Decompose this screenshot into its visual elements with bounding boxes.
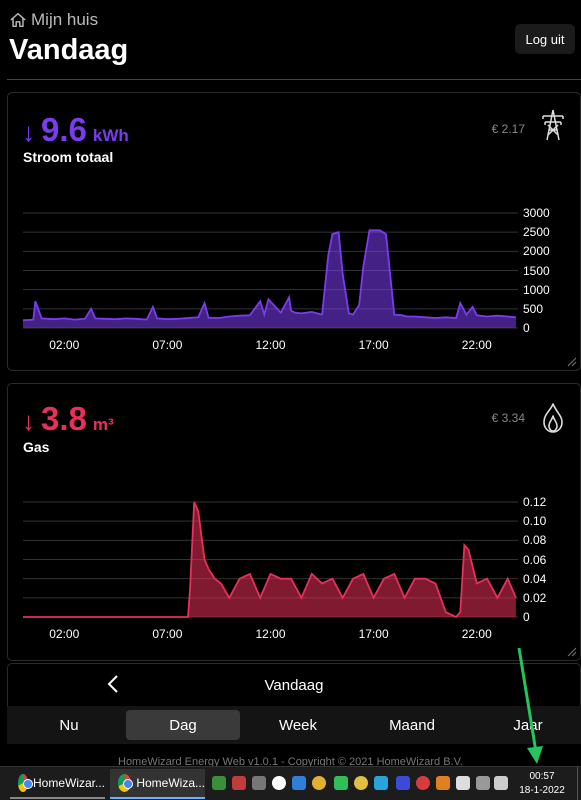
electricity-ytick-label: 500: [523, 301, 544, 316]
tab-maand[interactable]: Maand: [355, 710, 469, 740]
taskbar-task-label: HomeWiza...: [136, 776, 205, 790]
gas-xtick-label: 17:00: [358, 627, 389, 641]
gas-total-value: 3.8: [41, 400, 87, 437]
electricity-ytick-label: 3000: [523, 206, 550, 220]
electricity-total-value: 9.6: [41, 111, 87, 148]
gas-ytick-label: 0.06: [523, 552, 547, 567]
taskbar-task-chrome-1[interactable]: HomeWizar...: [10, 769, 105, 799]
gas-label: Gas: [23, 439, 50, 455]
tray-app-icon[interactable]: [334, 776, 348, 790]
chrome-icon: [118, 774, 134, 792]
gas-xtick-label: 12:00: [255, 627, 286, 641]
electricity-card[interactable]: ↓ 9.6 kWh Stroom totaal € 2.17 3000 2500 2…: [7, 92, 581, 371]
electricity-ytick-label: 1500: [523, 263, 550, 278]
tray-app-icon[interactable]: [212, 776, 226, 790]
electricity-ytick-label: 2500: [523, 225, 550, 240]
gas-unit: m³: [92, 415, 114, 434]
tray-app-icon[interactable]: [232, 776, 246, 790]
gas-xtick-label: 22:00: [461, 627, 492, 641]
electricity-cost: € 2.17: [491, 122, 525, 136]
volume-icon[interactable]: [494, 776, 508, 790]
electricity-value-row: ↓ 9.6 kWh: [22, 111, 129, 149]
tray-app-icon[interactable]: [354, 776, 368, 790]
page-title: Vandaag: [9, 34, 129, 66]
period-tabs: Nu Dag Week Maand Jaar: [7, 706, 581, 744]
windows-taskbar: HomeWizar... HomeWiza... 00:57 18-1-2022: [0, 766, 581, 800]
period-label: Vandaag: [264, 677, 324, 694]
electricity-chart-svg: [23, 212, 518, 329]
electricity-ytick-label: 0: [523, 321, 530, 335]
home-link[interactable]: Mijn huis: [9, 10, 98, 30]
tray-app-icon[interactable]: [416, 776, 430, 790]
electricity-unit: kWh: [92, 126, 129, 145]
resize-handle-icon[interactable]: [567, 357, 577, 367]
network-icon[interactable]: [476, 776, 490, 790]
tab-week[interactable]: Week: [241, 710, 355, 740]
gas-xtick-label: 02:00: [49, 627, 80, 641]
gas-xtick-label: 07:00: [152, 627, 183, 641]
clock-time: 00:57: [529, 771, 555, 782]
tray-app-icon[interactable]: [312, 776, 326, 790]
gas-chart-svg: [23, 501, 518, 619]
gas-card[interactable]: ↓ 3.8 m³ Gas € 3.34 0.12 0.10 0.08 0.06 0.04…: [7, 383, 581, 661]
show-desktop-button[interactable]: [577, 767, 581, 800]
logout-button[interactable]: Log uit: [515, 24, 575, 54]
clock-date: 18-1-2022: [519, 785, 565, 796]
electricity-ytick-label: 2000: [523, 244, 550, 259]
down-arrow-icon: ↓: [22, 117, 35, 147]
tray-app-icon[interactable]: [374, 776, 388, 790]
flame-icon: [543, 403, 563, 433]
chrome-icon: [18, 774, 33, 792]
header-divider: [7, 79, 581, 80]
electricity-xtick-label: 07:00: [152, 338, 183, 352]
gas-ytick-label: 0.02: [523, 590, 547, 605]
gas-ytick-label: 0: [523, 610, 530, 624]
tray-app-icon[interactable]: [252, 776, 266, 790]
electricity-xtick-label: 22:00: [461, 338, 492, 352]
period-navigation: Vandaag: [7, 663, 581, 707]
electricity-series-area: [23, 230, 516, 328]
home-icon: [10, 12, 26, 28]
electricity-chart[interactable]: 3000 2500 2000 1500 1000 500 0 02:00 07:00 12:00 1…: [23, 203, 550, 358]
tray-app-icon[interactable]: [272, 776, 286, 790]
gas-ytick-label: 0.08: [523, 533, 547, 548]
tray-app-icon[interactable]: [396, 776, 410, 790]
tab-dag[interactable]: Dag: [126, 710, 240, 740]
home-link-label: Mijn huis: [31, 10, 99, 29]
electricity-xtick-label: 02:00: [49, 338, 80, 352]
gas-ytick-label: 0.04: [523, 571, 547, 586]
gas-cost: € 3.34: [491, 411, 525, 425]
tray-app-icon[interactable]: [456, 776, 470, 790]
gas-chart[interactable]: 0.12 0.10 0.08 0.06 0.04 0.02 0 02:00 07:00 12:00…: [23, 492, 546, 647]
tab-nu[interactable]: Nu: [12, 710, 126, 740]
electricity-label: Stroom totaal: [23, 149, 114, 165]
tab-jaar[interactable]: Jaar: [471, 710, 581, 740]
gas-ytick-label: 0.12: [523, 495, 547, 509]
down-arrow-icon: ↓: [22, 406, 35, 436]
tray-app-icon[interactable]: [292, 776, 306, 790]
taskbar-task-chrome-2[interactable]: HomeWiza...: [110, 769, 205, 799]
electricity-ytick-label: 1000: [523, 282, 550, 297]
taskbar-clock[interactable]: 00:57 18-1-2022: [512, 770, 572, 798]
gas-value-row: ↓ 3.8 m³: [22, 400, 114, 438]
electricity-xtick-label: 17:00: [358, 338, 389, 352]
top-bar: Mijn huis Vandaag Log uit: [0, 0, 581, 80]
resize-handle-icon[interactable]: [567, 647, 577, 657]
tray-app-icon[interactable]: [436, 776, 450, 790]
power-pylon-icon: [542, 109, 564, 141]
taskbar-task-label: HomeWizar...: [32, 776, 105, 790]
gas-ytick-label: 0.10: [523, 514, 547, 529]
electricity-xtick-label: 12:00: [255, 338, 286, 352]
